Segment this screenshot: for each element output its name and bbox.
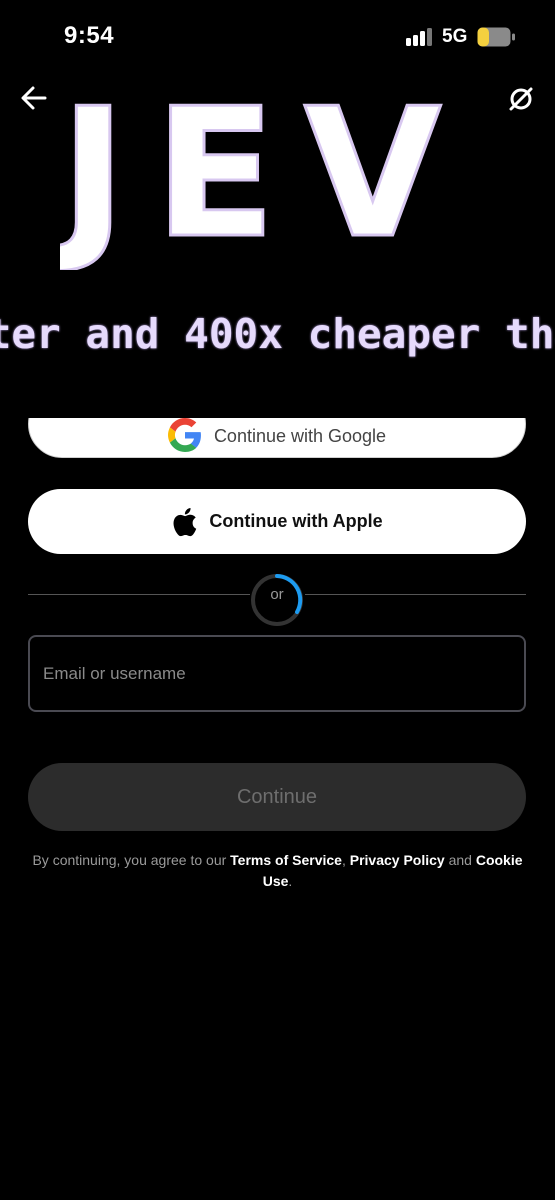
jev-logo: JEV	[60, 70, 470, 270]
google-logo-icon	[167, 418, 201, 452]
legal-suffix: .	[288, 873, 293, 889]
apple-button-label: Continue with Apple	[209, 511, 383, 531]
divider-line-right	[305, 594, 526, 595]
cellular-signal-icon	[406, 28, 432, 46]
divider-line-left	[28, 594, 250, 595]
tagline-text: ster and 400x cheaper tha	[0, 310, 555, 358]
legal-notice: By continuing, you agree to our Terms of…	[30, 850, 525, 892]
logo-text: JEV	[60, 70, 470, 270]
divider-or-text: or	[270, 586, 284, 603]
legal-prefix: By continuing, you agree to our	[32, 852, 231, 868]
apple-logo-icon	[173, 507, 197, 536]
continue-with-apple-button[interactable]: Continue with Apple	[28, 489, 526, 554]
tagline-banner: ster and 400x cheaper tha	[0, 310, 555, 380]
network-type: 5G	[442, 26, 468, 47]
banner-overlap	[0, 380, 555, 418]
battery-icon	[477, 27, 515, 47]
continue-button[interactable]: Continue	[28, 763, 526, 831]
cancel-circle-icon[interactable]	[506, 84, 536, 114]
legal-comma: ,	[341, 852, 350, 868]
status-time: 9:54	[64, 22, 115, 49]
privacy-policy-link[interactable]: Privacy Policy	[350, 852, 445, 868]
legal-and: and	[444, 852, 476, 868]
terms-of-service-link[interactable]: Terms of Service	[230, 852, 342, 868]
email-or-username-input[interactable]	[28, 635, 526, 712]
back-arrow-icon[interactable]	[20, 84, 48, 112]
google-button-label: Continue with Google	[213, 425, 387, 446]
